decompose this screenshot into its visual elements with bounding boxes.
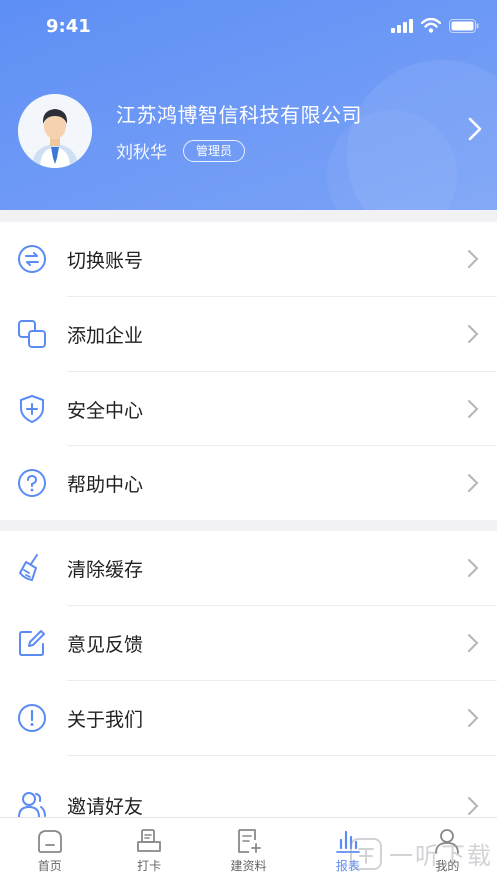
chevron-right-icon [468, 559, 479, 577]
signal-icon [391, 18, 413, 33]
menu-item-label: 关于我们 [67, 708, 144, 731]
avatar[interactable] [18, 94, 92, 168]
feedback-edit-icon [19, 630, 45, 656]
tab-label: 建资料 [230, 859, 267, 873]
tab-clock-in[interactable]: 打卡 [99, 818, 198, 883]
create-document-icon [237, 829, 261, 853]
battery-icon [449, 18, 479, 33]
help-icon [18, 469, 46, 497]
menu-item-feedback[interactable]: 意见反馈 [0, 606, 497, 680]
info-icon [18, 704, 46, 732]
menu-item-label: 帮助中心 [67, 473, 144, 496]
menu-item-help-center[interactable]: 帮助中心 [0, 446, 497, 520]
menu-item-clear-cache[interactable]: 清除缓存 [0, 531, 497, 605]
menu-item-label: 切换账号 [67, 249, 144, 272]
menu-item-invite-friends[interactable]: 邀请好友 [0, 768, 497, 818]
add-company-icon [18, 320, 46, 348]
menu-item-label: 安全中心 [67, 399, 144, 422]
broom-icon [19, 554, 38, 581]
tab-home[interactable]: 首页 [0, 818, 99, 883]
tab-label: 打卡 [137, 859, 162, 873]
wifi-icon [421, 18, 441, 33]
watermark-text: 一听下载 [389, 842, 493, 870]
chevron-right-icon [468, 709, 479, 727]
watermark: 一听下载 [349, 836, 493, 871]
watermark-logo-icon [350, 837, 382, 870]
chevron-right-icon[interactable] [468, 117, 482, 141]
menu-item-label: 意见反馈 [67, 633, 144, 656]
chevron-right-icon [468, 400, 479, 418]
profile-header: 9:41 江苏鸿博智信科技有限公司 刘秋华 管理员 [0, 0, 497, 210]
tab-label: 首页 [37, 859, 62, 873]
chevron-right-icon [468, 325, 479, 343]
invite-friends-icon [18, 792, 46, 818]
shield-plus-icon [20, 395, 44, 423]
avatar-person-icon [18, 94, 92, 168]
user-name: 刘秋华 [116, 143, 167, 163]
home-icon [37, 830, 62, 853]
menu-item-label: 清除缓存 [67, 558, 144, 581]
chevron-right-icon [468, 634, 479, 652]
clock-in-icon [137, 829, 162, 852]
company-name: 江苏鸿博智信科技有限公司 [116, 103, 362, 127]
tab-create-document[interactable]: 建资料 [199, 818, 298, 883]
menu-item-security-center[interactable]: 安全中心 [0, 372, 497, 446]
section-divider [0, 210, 497, 222]
switch-icon [18, 245, 46, 273]
section-divider [0, 519, 497, 531]
chevron-right-icon [468, 250, 479, 268]
status-bar: 9:41 [0, 0, 497, 50]
divider [67, 755, 497, 756]
chevron-right-icon [468, 474, 479, 492]
status-icons [391, 18, 479, 33]
chevron-right-icon [468, 797, 479, 815]
menu-item-about-us[interactable]: 关于我们 [0, 681, 497, 755]
menu-item-label: 添加企业 [67, 324, 144, 347]
role-badge: 管理员 [183, 139, 246, 162]
profile-card[interactable]: 江苏鸿博智信科技有限公司 刘秋华 管理员 [18, 94, 488, 168]
menu-item-label: 邀请好友 [67, 796, 144, 818]
menu-item-switch-account[interactable]: 切换账号 [0, 222, 497, 296]
status-time: 9:41 [46, 16, 91, 37]
menu-item-add-company[interactable]: 添加企业 [0, 297, 497, 371]
